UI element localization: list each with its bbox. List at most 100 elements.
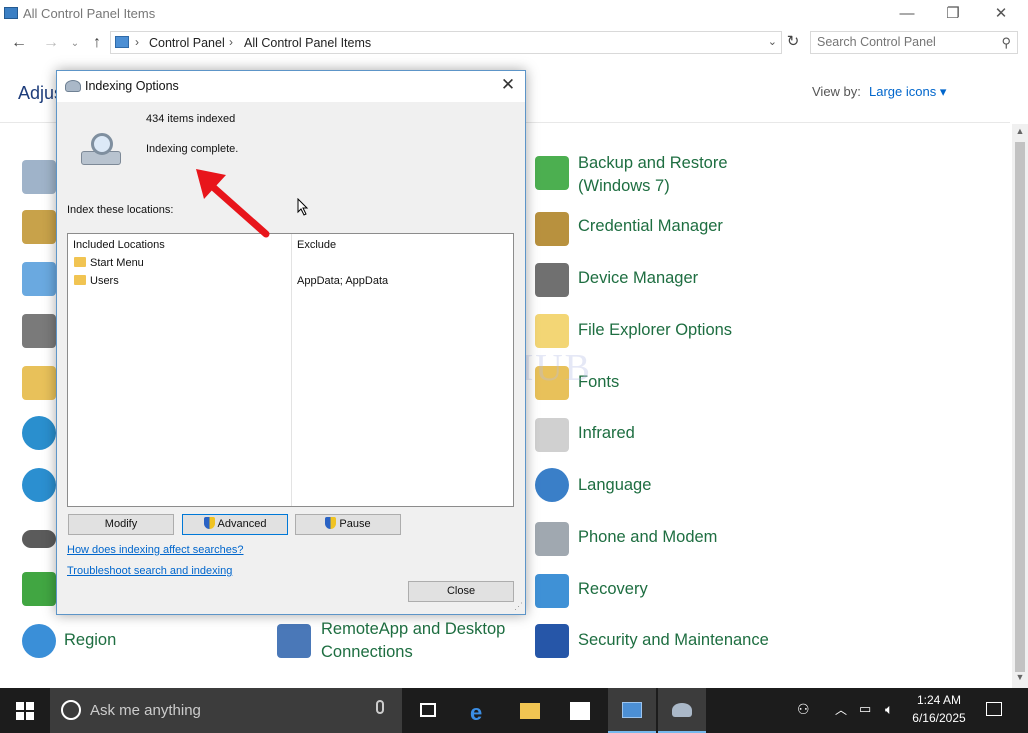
search-box[interactable]: ⚲ — [810, 31, 1018, 54]
forward-arrow-icon[interactable]: → — [42, 34, 60, 52]
mouse-icon[interactable] — [22, 530, 56, 548]
cortana-search-box[interactable]: Ask me anything — [50, 688, 402, 733]
item-backup-restore-line2[interactable]: (Windows 7) — [578, 175, 670, 198]
item-remoteapp-line2[interactable]: Connections — [321, 641, 413, 664]
up-arrow-icon[interactable]: ↑ — [88, 34, 106, 52]
device-manager-icon[interactable] — [535, 263, 569, 297]
item-security-maintenance[interactable]: Security and Maintenance — [578, 629, 769, 652]
clock-date: 6/16/2025 — [912, 711, 966, 725]
taskbar-clock[interactable]: 1:24 AM 6/16/2025 — [906, 691, 972, 727]
credential-manager-icon[interactable] — [535, 212, 569, 246]
date-time-icon[interactable] — [22, 262, 56, 296]
remoteapp-icon[interactable] — [277, 624, 311, 658]
phone-modem-icon[interactable] — [535, 522, 569, 556]
control-panel-icon — [4, 7, 18, 19]
taskbar-file-explorer[interactable] — [506, 688, 554, 733]
resize-grip-icon[interactable]: ⋰ — [514, 601, 523, 612]
location-users[interactable]: Users — [90, 275, 119, 287]
uac-shield-icon — [203, 517, 215, 529]
items-indexed-count: 434 items indexed — [146, 113, 236, 125]
view-by-label: View by: — [812, 84, 861, 99]
item-language[interactable]: Language — [578, 474, 651, 497]
close-window-button[interactable]: ✕ — [985, 4, 1017, 24]
recovery-icon[interactable] — [535, 574, 569, 608]
action-center-icon[interactable] — [986, 702, 1002, 716]
item-recovery[interactable]: Recovery — [578, 578, 648, 601]
file-explorer-options-icon[interactable] — [535, 314, 569, 348]
maximize-button[interactable]: ❐ — [937, 4, 969, 24]
taskbar-edge[interactable]: e — [456, 688, 504, 733]
recent-chevron-icon[interactable]: ⌄ — [66, 38, 84, 49]
scroll-thumb[interactable] — [1015, 142, 1025, 672]
taskbar-control-panel[interactable] — [608, 688, 656, 733]
scroll-up-icon[interactable]: ▲ — [1012, 126, 1028, 140]
dialog-titlebar: Indexing Options ✕ — [57, 71, 525, 102]
indexing-status: Indexing complete. — [146, 143, 239, 155]
keys-icon[interactable] — [22, 210, 56, 244]
file-history-icon[interactable] — [22, 366, 56, 400]
indexing-options-icon — [65, 80, 81, 92]
item-device-manager[interactable]: Device Manager — [578, 267, 698, 290]
region-icon[interactable] — [22, 624, 56, 658]
admin-tools-icon[interactable] — [22, 160, 56, 194]
network-disconnected-icon[interactable]: ▭ — [859, 701, 871, 717]
close-button[interactable]: Close — [408, 581, 514, 602]
column-header-exclude[interactable]: Exclude — [297, 239, 336, 251]
homegroup-icon[interactable] — [22, 416, 56, 450]
pause-button[interactable]: Pause — [295, 514, 401, 535]
backup-restore-icon[interactable] — [535, 156, 569, 190]
taskbar-store[interactable] — [556, 688, 604, 733]
search-icon[interactable]: ⚲ — [1001, 35, 1011, 51]
power-options-icon[interactable] — [22, 572, 56, 606]
item-phone-modem[interactable]: Phone and Modem — [578, 526, 717, 549]
microphone-icon[interactable] — [376, 700, 384, 714]
breadcrumb-separator-icon: › — [229, 35, 233, 49]
locations-list[interactable]: Included Locations Exclude Start Menu Us… — [67, 233, 514, 507]
start-button[interactable] — [0, 688, 50, 733]
dialog-title: Indexing Options — [85, 79, 179, 93]
troubleshoot-link[interactable]: Troubleshoot search and indexing — [67, 565, 232, 577]
breadcrumb-all-items[interactable]: All Control Panel Items — [244, 36, 371, 50]
item-file-explorer-options[interactable]: File Explorer Options — [578, 319, 732, 342]
volume-icon[interactable]: 🔈︎ — [885, 701, 893, 718]
item-infrared[interactable]: Infrared — [578, 422, 635, 445]
back-arrow-icon[interactable]: ← — [10, 34, 28, 52]
pause-label: Pause — [339, 518, 371, 530]
task-view-button[interactable] — [404, 688, 452, 733]
taskbar: Ask me anything e ⚇ ︿ ▭ 🔈︎ 1:24 AM 6/16/… — [0, 688, 1028, 733]
vertical-scrollbar[interactable]: ▲ ▼ — [1012, 124, 1028, 688]
column-divider[interactable] — [291, 234, 292, 506]
red-arrow-annotation — [196, 169, 270, 238]
internet-options-icon[interactable] — [22, 468, 56, 502]
scroll-down-icon[interactable]: ▼ — [1012, 672, 1028, 686]
people-icon[interactable]: ⚇ — [797, 701, 810, 718]
devices-printers-icon[interactable] — [22, 314, 56, 348]
security-maintenance-icon[interactable] — [535, 624, 569, 658]
infrared-icon[interactable] — [535, 418, 569, 452]
breadcrumb-control-panel[interactable]: Control Panel — [149, 36, 225, 50]
column-header-included[interactable]: Included Locations — [73, 239, 165, 251]
address-bar[interactable]: › Control Panel › All Control Panel Item… — [110, 31, 782, 54]
search-input[interactable] — [817, 35, 987, 49]
taskbar-indexing-options[interactable] — [658, 688, 706, 733]
item-credential-manager[interactable]: Credential Manager — [578, 215, 723, 238]
show-hidden-icons-chevron-icon[interactable]: ︿ — [835, 701, 847, 718]
how-indexing-link[interactable]: How does indexing affect searches? — [67, 544, 244, 556]
dialog-close-icon[interactable]: ✕ — [497, 75, 519, 95]
advanced-button[interactable]: Advanced — [182, 514, 288, 535]
view-by-dropdown[interactable]: Large icons ▾ — [869, 84, 946, 100]
item-remoteapp[interactable]: RemoteApp and Desktop — [321, 618, 505, 641]
windows-logo-icon — [26, 702, 34, 710]
language-icon[interactable] — [535, 468, 569, 502]
folder-icon — [74, 257, 86, 267]
cortana-icon — [61, 700, 81, 720]
minimize-button[interactable]: — — [891, 4, 923, 24]
windows-logo-icon — [16, 712, 24, 720]
store-icon — [570, 702, 590, 720]
address-dropdown-icon[interactable]: ⌄ — [768, 35, 777, 48]
item-backup-restore[interactable]: Backup and Restore — [578, 152, 728, 175]
location-start-menu[interactable]: Start Menu — [90, 257, 144, 269]
refresh-icon[interactable]: ↻ — [784, 32, 802, 52]
item-region[interactable]: Region — [64, 629, 116, 652]
modify-button[interactable]: Modify — [68, 514, 174, 535]
